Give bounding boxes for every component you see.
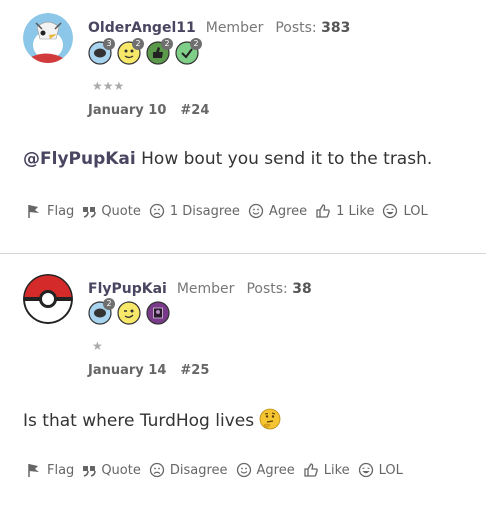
photo-badge-icon[interactable] [146, 301, 170, 325]
frown-face-icon [149, 203, 164, 219]
flag-label: Flag [47, 462, 75, 478]
checkmark-icon[interactable]: 2 [175, 38, 202, 65]
post-actions: Flag Quote Disagree Agree Like LOL [26, 462, 411, 478]
laughing-face-icon [383, 203, 398, 219]
agree-label: Agree [256, 462, 295, 478]
badge-row: 3 2 2 2 [88, 38, 202, 65]
post-body: @FlyPupKai How bout you send it to the t… [23, 149, 432, 169]
rank-stars: ★★★ [92, 79, 125, 93]
badge-row: 2 [88, 298, 170, 325]
speech-bubble-icon[interactable]: 2 [88, 298, 115, 325]
posts-count: 383 [321, 20, 351, 36]
lol-label: LOL [403, 203, 428, 219]
author-name[interactable]: FlyPupKai [88, 281, 167, 297]
post-body: Is that where TurdHog lives [23, 408, 281, 431]
winking-face-icon[interactable] [117, 301, 141, 325]
post-24: OlderAngel11 Member Posts: 383 3 2 2 2 ★★★… [0, 0, 486, 253]
quote-label: Quote [101, 203, 141, 219]
author-role: Member [176, 281, 235, 297]
mention-link[interactable]: @FlyPupKai [23, 149, 136, 169]
like-button[interactable]: 1 Like [315, 203, 374, 219]
lol-button[interactable]: LOL [358, 462, 403, 478]
posts-label: Posts: [246, 281, 288, 297]
badge-count: 2 [132, 38, 144, 50]
agree-button[interactable]: Agree [248, 203, 307, 219]
quote-icon [83, 466, 97, 477]
disagree-button[interactable]: 1 Disagree [149, 203, 240, 219]
posts-count: 38 [292, 281, 312, 297]
author-role: Member [205, 20, 264, 36]
flag-label: Flag [47, 203, 75, 219]
post-number[interactable]: #24 [180, 103, 209, 118]
post-message: How bout you send it to the trash. [135, 149, 433, 169]
post-date[interactable]: January 10 [88, 103, 166, 118]
smile-face-icon [236, 462, 251, 478]
post-actions: Flag Quote 1 Disagree Agree 1 Like LOL [26, 203, 436, 219]
agree-label: Agree [268, 203, 308, 219]
post-date[interactable]: January 14 [88, 363, 166, 378]
lol-button[interactable]: LOL [382, 203, 428, 219]
flag-button[interactable]: Flag [26, 462, 74, 478]
flag-icon [28, 205, 39, 218]
thumbs-up-icon[interactable]: 2 [146, 38, 173, 65]
flag-button[interactable]: Flag [26, 203, 74, 219]
post-number[interactable]: #25 [180, 363, 209, 378]
agree-button[interactable]: Agree [236, 462, 295, 478]
frown-face-icon [149, 462, 164, 478]
speech-bubble-icon[interactable]: 3 [88, 38, 115, 65]
author-name[interactable]: OlderAngel11 [88, 20, 196, 36]
smiley-face-icon[interactable]: 2 [117, 38, 144, 65]
disagree-label: 1 Disagree [169, 203, 240, 219]
posts-label: Posts: [275, 20, 317, 36]
lol-label: LOL [378, 462, 403, 478]
post-25: FlyPupKai Member Posts: 38 2 ★ January 14 #… [0, 253, 486, 506]
quote-icon [83, 207, 97, 218]
thumbs-up-icon [316, 204, 330, 218]
smile-face-icon [248, 203, 264, 219]
rank-stars: ★ [92, 339, 103, 353]
flag-icon [28, 464, 39, 477]
quote-button[interactable]: Quote [82, 204, 141, 219]
badge-count: 2 [103, 298, 115, 310]
disagree-button[interactable]: Disagree [149, 462, 228, 478]
laughing-face-icon [358, 462, 373, 478]
badge-count: 2 [190, 38, 202, 50]
badge-count: 3 [103, 38, 115, 50]
like-label: Like [323, 462, 350, 478]
thinking-face-icon [260, 408, 281, 430]
quote-button[interactable]: Quote [82, 463, 141, 478]
disagree-label: Disagree [169, 462, 228, 478]
quote-label: Quote [101, 462, 141, 478]
badge-count: 2 [161, 38, 173, 50]
like-label: 1 Like [336, 203, 375, 219]
post-message: Is that where TurdHog lives [23, 411, 260, 431]
avatar[interactable] [23, 274, 73, 324]
avatar[interactable] [23, 13, 73, 63]
thumbs-up-icon [304, 463, 318, 477]
like-button[interactable]: Like [303, 462, 350, 478]
